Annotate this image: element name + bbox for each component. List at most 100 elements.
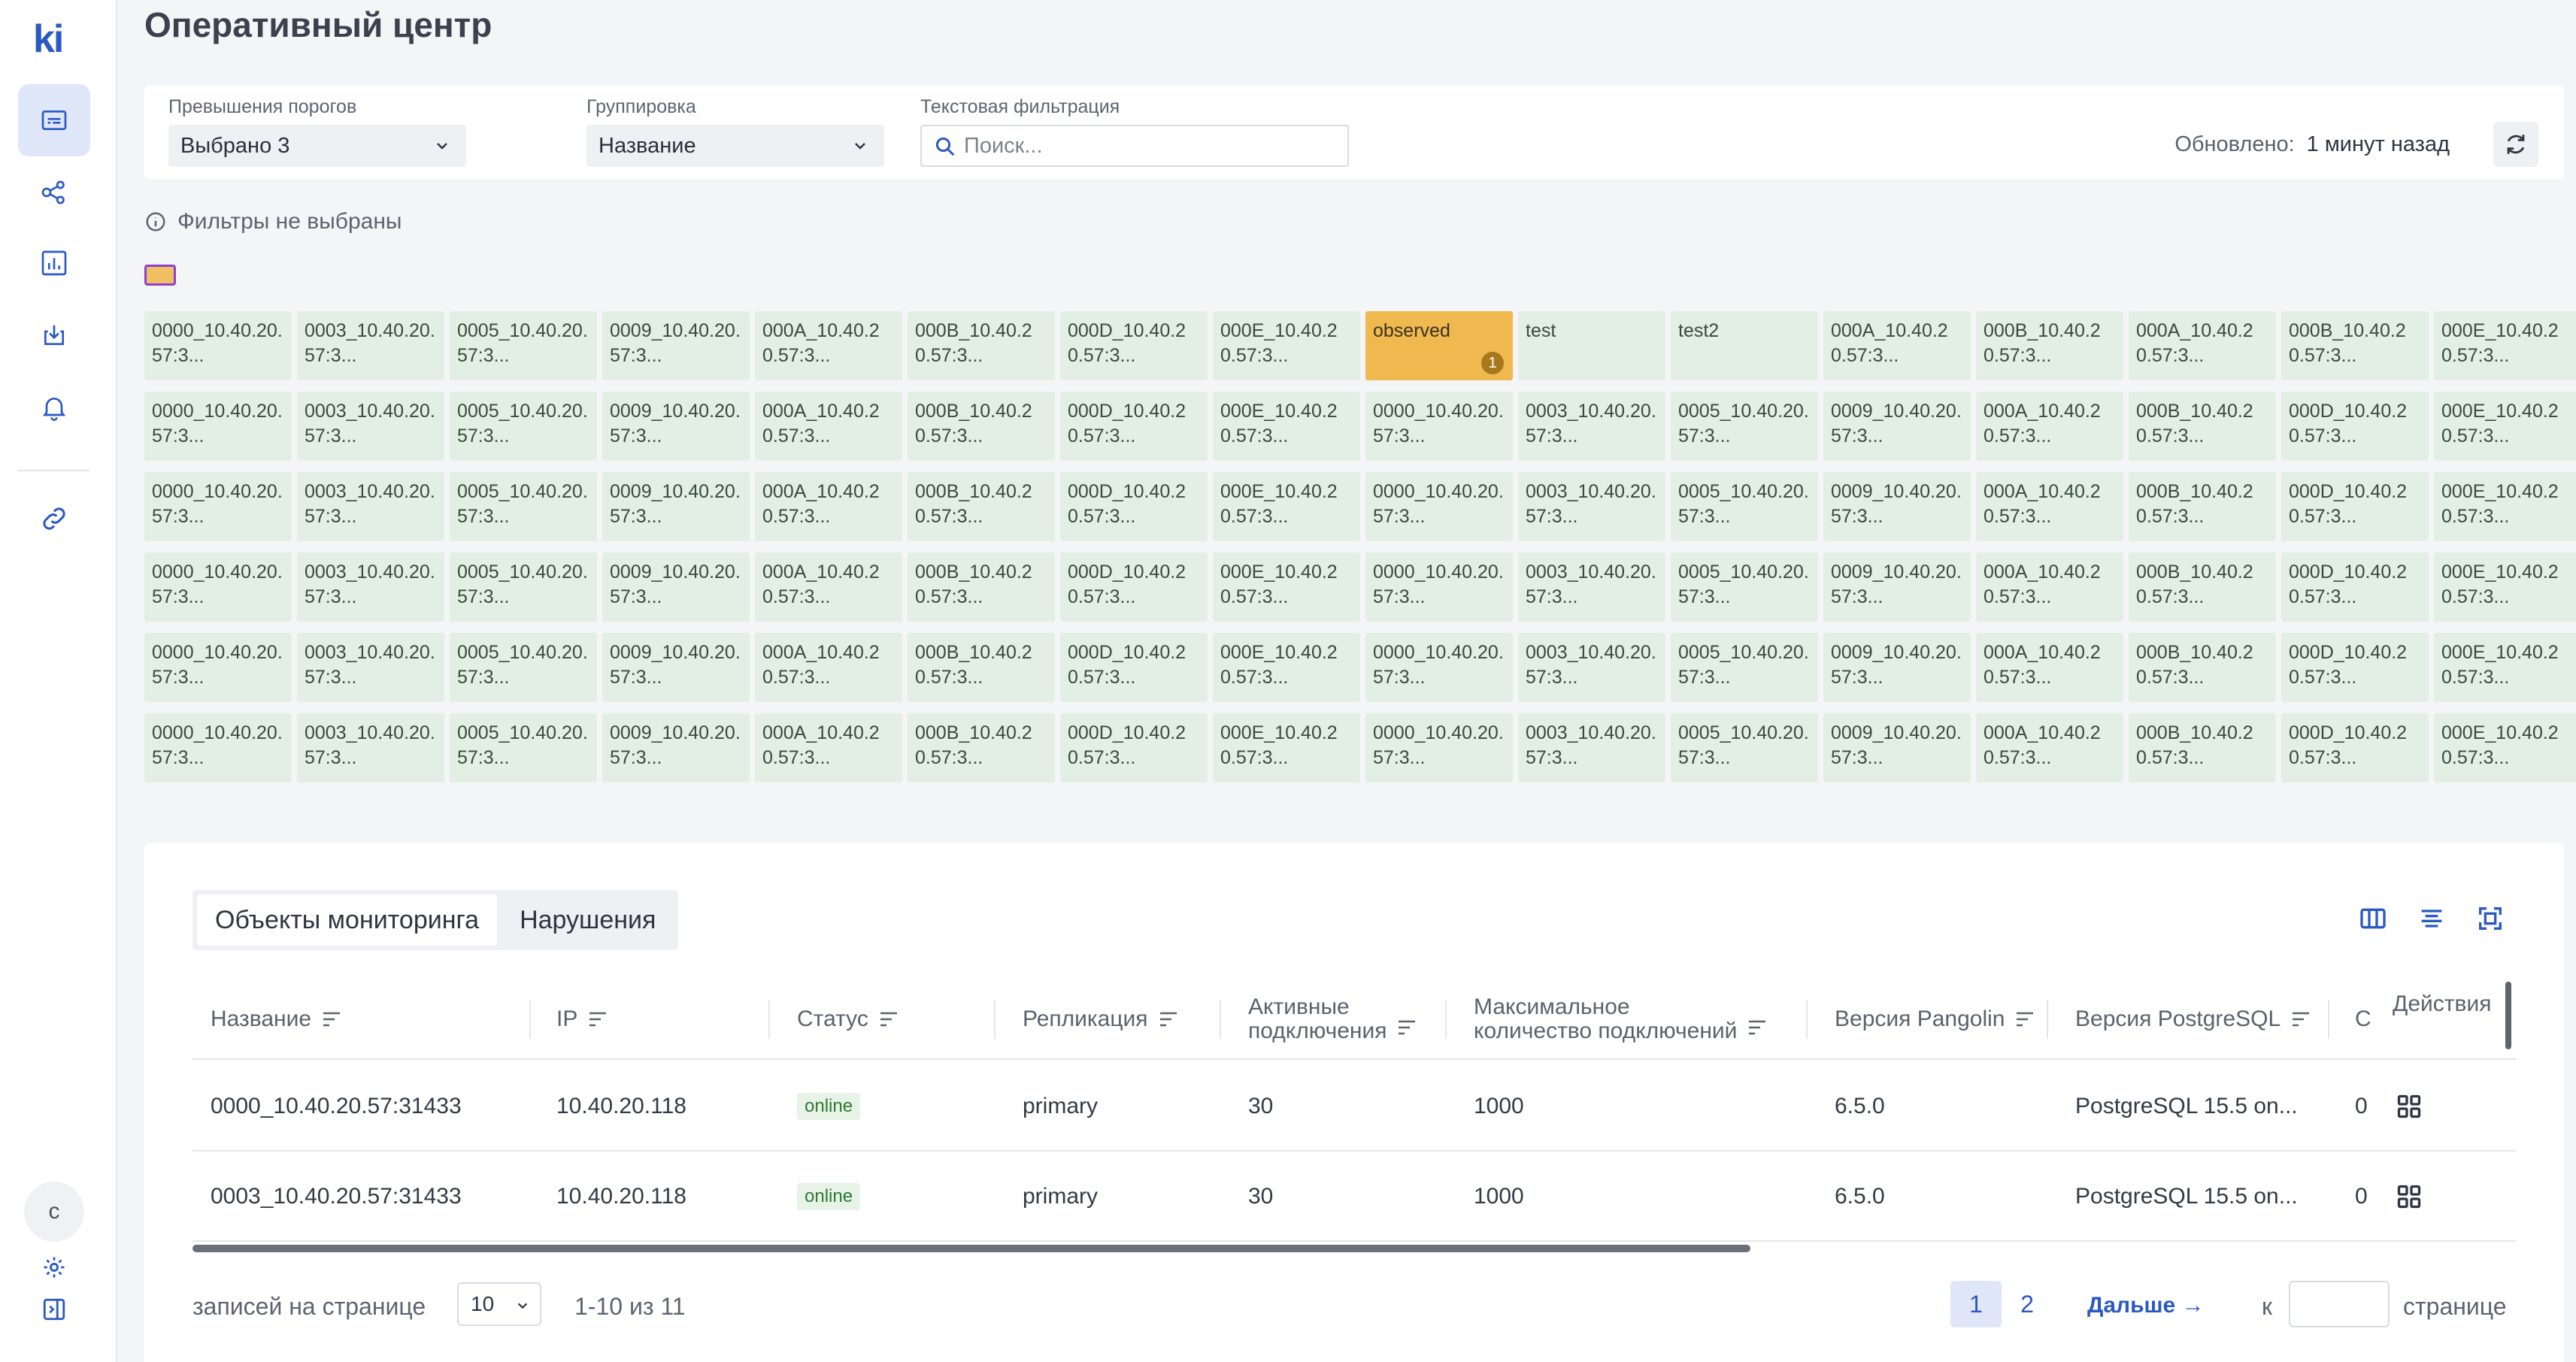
monitoring-tile[interactable]: 000D_10.40.20.57:3...: [1060, 311, 1208, 380]
monitoring-tile[interactable]: 000A_10.40.20.57:3...: [1976, 633, 2123, 702]
monitoring-tile[interactable]: 0000_10.40.20.57:3...: [144, 633, 292, 702]
monitoring-tile[interactable]: 000E_10.40.20.57:3...: [2434, 392, 2576, 461]
monitoring-tile[interactable]: 000A_10.40.20.57:3...: [755, 392, 902, 461]
sort-icon[interactable]: [2015, 1011, 2036, 1028]
column-separator[interactable]: [2047, 1000, 2048, 1039]
tab-monitoring-objects[interactable]: Объекты мониторинга: [197, 894, 498, 946]
monitoring-tile[interactable]: 0003_10.40.20.57:3...: [1518, 472, 1665, 541]
column-header-pangolin[interactable]: Версия Pangolin: [1835, 979, 2036, 1060]
monitoring-tile[interactable]: 0009_10.40.20.57:3...: [602, 552, 750, 622]
monitoring-tile[interactable]: 0003_10.40.20.57:3...: [1518, 552, 1665, 622]
nav-import[interactable]: [18, 299, 90, 371]
monitoring-tile[interactable]: 000E_10.40.20.57:3...: [1213, 392, 1360, 461]
monitoring-tile[interactable]: 0000_10.40.20.57:3...: [1365, 552, 1513, 622]
sort-icon[interactable]: [1397, 1019, 1418, 1036]
monitoring-tile[interactable]: 000A_10.40.20.57:3...: [1976, 472, 2123, 541]
monitoring-tile[interactable]: 0000_10.40.20.57:3...: [144, 392, 292, 461]
monitoring-tile[interactable]: 000E_10.40.20.57:3...: [1213, 713, 1360, 782]
app-logo[interactable]: ki: [33, 17, 64, 62]
monitoring-tile[interactable]: 000B_10.40.20.57:3...: [2129, 392, 2276, 461]
monitoring-tile[interactable]: 000B_10.40.20.57:3...: [908, 713, 1055, 782]
monitoring-tile[interactable]: 000A_10.40.20.57:3...: [755, 311, 902, 380]
monitoring-tile[interactable]: 000A_10.40.20.57:3...: [755, 633, 902, 702]
monitoring-tile[interactable]: 0005_10.40.20.57:3...: [450, 392, 597, 461]
vertical-scrollbar[interactable]: [2505, 982, 2511, 1049]
monitoring-tile[interactable]: 0000_10.40.20.57:3...: [144, 311, 292, 380]
sort-icon[interactable]: [1747, 1019, 1768, 1036]
refresh-button[interactable]: [2493, 122, 2538, 167]
monitoring-tile[interactable]: 000D_10.40.20.57:3...: [2281, 552, 2429, 622]
monitoring-tile[interactable]: 000E_10.40.20.57:3...: [2434, 311, 2576, 380]
column-header-name[interactable]: Название: [211, 979, 343, 1060]
column-separator[interactable]: [1806, 1000, 1808, 1039]
monitoring-tile[interactable]: 000D_10.40.20.57:3...: [2281, 713, 2429, 782]
next-page-link[interactable]: Дальше →: [2087, 1293, 2205, 1318]
column-header-max-connections[interactable]: Максимальное количество подключений: [1474, 979, 1768, 1060]
monitoring-tile[interactable]: 000E_10.40.20.57:3...: [1213, 633, 1360, 702]
monitoring-tile[interactable]: 000B_10.40.20.57:3...: [2129, 633, 2276, 702]
monitoring-tile[interactable]: 0009_10.40.20.57:3...: [602, 392, 750, 461]
nav-operations-center[interactable]: [18, 84, 90, 156]
monitoring-tile[interactable]: 0003_10.40.20.57:3...: [1518, 392, 1665, 461]
monitoring-tile[interactable]: 0000_10.40.20.57:3...: [1365, 713, 1513, 782]
monitoring-tile[interactable]: 000A_10.40.20.57:3...: [2129, 311, 2276, 380]
monitoring-tile[interactable]: 000E_10.40.20.57:3...: [2434, 633, 2576, 702]
monitoring-tile[interactable]: 000E_10.40.20.57:3...: [1213, 472, 1360, 541]
monitoring-tile[interactable]: 000E_10.40.20.57:3...: [2434, 713, 2576, 782]
monitoring-tile[interactable]: 0005_10.40.20.57:3...: [1671, 633, 1818, 702]
sort-icon[interactable]: [588, 1011, 609, 1028]
nav-topology[interactable]: [18, 156, 90, 229]
monitoring-tile[interactable]: 000E_10.40.20.57:3...: [2434, 472, 2576, 541]
column-separator[interactable]: [2328, 1000, 2329, 1039]
user-avatar[interactable]: с: [24, 1182, 84, 1242]
column-header-postgres[interactable]: Версия PostgreSQL: [2075, 979, 2312, 1060]
monitoring-tile[interactable]: 0003_10.40.20.57:3...: [297, 552, 444, 622]
row-actions-button[interactable]: [2396, 1061, 2423, 1152]
monitoring-tile[interactable]: 000E_10.40.20.57:3...: [2434, 552, 2576, 622]
monitoring-tile[interactable]: 000E_10.40.20.57:3...: [1213, 552, 1360, 622]
monitoring-tile[interactable]: 0000_10.40.20.57:3...: [144, 713, 292, 782]
page-button-2[interactable]: 2: [2002, 1281, 2053, 1327]
monitoring-tile[interactable]: 0005_10.40.20.57:3...: [1671, 713, 1818, 782]
monitoring-tile[interactable]: 000A_10.40.20.57:3...: [755, 552, 902, 622]
monitoring-tile[interactable]: 000D_10.40.20.57:3...: [1060, 552, 1208, 622]
monitoring-tile[interactable]: 000B_10.40.20.57:3...: [1976, 311, 2123, 380]
column-header-ip[interactable]: IP: [556, 979, 609, 1060]
monitoring-tile[interactable]: 0009_10.40.20.57:3...: [602, 713, 750, 782]
row-actions-button[interactable]: [2396, 1152, 2423, 1242]
nav-alerts[interactable]: [18, 371, 90, 443]
align-icon[interactable]: [2417, 903, 2447, 934]
column-separator[interactable]: [529, 1000, 531, 1039]
monitoring-tile[interactable]: 0005_10.40.20.57:3...: [450, 552, 597, 622]
monitoring-tile[interactable]: 0003_10.40.20.57:3...: [297, 633, 444, 702]
sort-icon[interactable]: [322, 1011, 343, 1028]
monitoring-tile[interactable]: 0000_10.40.20.57:3...: [1365, 472, 1513, 541]
monitoring-tile[interactable]: test2: [1671, 311, 1818, 380]
monitoring-tile[interactable]: 0003_10.40.20.57:3...: [297, 311, 444, 380]
grouping-select[interactable]: Название: [586, 125, 884, 167]
monitoring-tile[interactable]: 000A_10.40.20.57:3...: [755, 713, 902, 782]
monitoring-tile[interactable]: 0000_10.40.20.57:3...: [144, 472, 292, 541]
monitoring-tile[interactable]: 0009_10.40.20.57:3...: [602, 633, 750, 702]
monitoring-tile[interactable]: 000D_10.40.20.57:3...: [1060, 472, 1208, 541]
monitoring-tile[interactable]: 0005_10.40.20.57:3...: [1671, 392, 1818, 461]
monitoring-tile[interactable]: 0000_10.40.20.57:3...: [1365, 392, 1513, 461]
monitoring-tile[interactable]: 0005_10.40.20.57:3...: [450, 713, 597, 782]
monitoring-tile[interactable]: 0009_10.40.20.57:3...: [602, 311, 750, 380]
columns-icon[interactable]: [2358, 903, 2388, 934]
monitoring-tile[interactable]: 000B_10.40.20.57:3...: [908, 392, 1055, 461]
monitoring-tile[interactable]: 000B_10.40.20.57:3...: [2129, 552, 2276, 622]
monitoring-tile[interactable]: 0009_10.40.20.57:3...: [1823, 713, 1971, 782]
column-header-active-connections[interactable]: Активные подключения: [1248, 979, 1418, 1060]
settings-button[interactable]: [39, 1252, 69, 1282]
monitoring-tile[interactable]: 000B_10.40.20.57:3...: [2129, 472, 2276, 541]
page-button-1[interactable]: 1: [1950, 1281, 2002, 1327]
monitoring-tile[interactable]: 000B_10.40.20.57:3...: [2129, 713, 2276, 782]
monitoring-tile[interactable]: 000A_10.40.20.57:3...: [1976, 713, 2123, 782]
search-input[interactable]: Поиск...: [920, 125, 1349, 167]
column-separator[interactable]: [1220, 1000, 1221, 1039]
sort-icon[interactable]: [1159, 1011, 1180, 1028]
column-separator[interactable]: [994, 1000, 996, 1039]
collapse-sidebar-button[interactable]: [39, 1294, 69, 1324]
monitoring-tile[interactable]: 0009_10.40.20.57:3...: [602, 472, 750, 541]
